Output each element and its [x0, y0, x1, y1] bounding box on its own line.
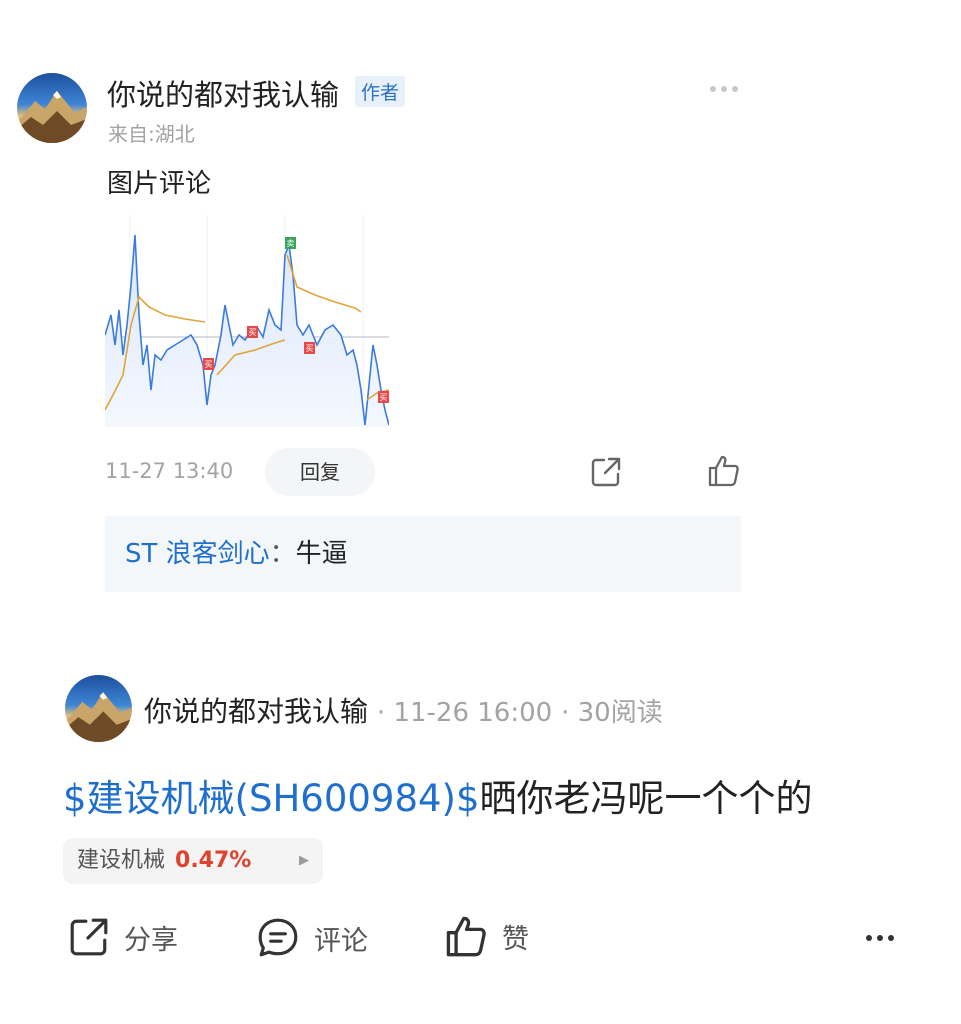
- comment-button[interactable]: 评论: [256, 916, 368, 960]
- avatar[interactable]: [65, 675, 132, 742]
- sell-marker: 卖: [285, 237, 296, 249]
- buy-marker: 买: [247, 326, 258, 338]
- reply-text: 图片评论: [107, 169, 212, 199]
- stock-link[interactable]: $建设机械(SH600984)$: [63, 777, 480, 820]
- intraday-chart: 卖 买 买 买 买: [104, 215, 390, 427]
- nested-comment-user[interactable]: ST 浪客剑心: [125, 539, 270, 569]
- location-label: 来自:湖北: [108, 122, 195, 146]
- svg-text:买: 买: [249, 328, 257, 337]
- buy-marker: 买: [304, 342, 315, 354]
- share-icon: [70, 918, 108, 956]
- like-label: 赞: [502, 923, 529, 955]
- svg-text:卖: 卖: [287, 239, 295, 248]
- post-timestamp: · 11-26 16:00: [376, 698, 553, 728]
- nested-comment-separator: ：: [269, 539, 296, 569]
- nested-comment-text: 牛逼: [295, 539, 348, 569]
- more-options-icon[interactable]: [866, 935, 894, 941]
- share-label: 分享: [124, 924, 178, 956]
- stock-chip[interactable]: 建设机械 0.47% ▶: [63, 838, 323, 884]
- avatar[interactable]: [17, 73, 87, 143]
- like-icon: [446, 916, 486, 957]
- reply-author-name[interactable]: 你说的都对我认输: [107, 72, 339, 114]
- stock-chip-change: 0.47%: [175, 848, 252, 873]
- svg-text:买: 买: [380, 393, 388, 402]
- stock-chip-name: 建设机械: [77, 848, 166, 873]
- chart-image[interactable]: 卖 买 买 买 买: [104, 215, 390, 427]
- nested-comment[interactable]: ST 浪客剑心：牛逼: [105, 516, 741, 592]
- like-icon[interactable]: [707, 454, 741, 488]
- svg-text:买: 买: [205, 360, 213, 369]
- mountain-avatar-image: [17, 91, 87, 143]
- mountain-avatar-image: [65, 692, 132, 742]
- author-badge: 作者: [355, 76, 406, 107]
- comment-icon: [258, 918, 298, 957]
- like-button[interactable]: 赞: [444, 914, 529, 958]
- average-line: [286, 254, 362, 313]
- more-options-icon[interactable]: [710, 86, 738, 92]
- buy-marker: 买: [203, 358, 214, 370]
- chevron-right-icon: ▶: [299, 853, 309, 868]
- buy-marker: 买: [378, 391, 389, 403]
- comment-label: 评论: [314, 925, 368, 957]
- share-icon[interactable]: [590, 456, 622, 488]
- post-read-count: · 30阅读: [561, 698, 663, 728]
- post-body-text: 晒你老冯呢一个个的: [479, 777, 813, 820]
- svg-text:买: 买: [306, 344, 314, 353]
- share-button[interactable]: 分享: [68, 916, 178, 958]
- post-meta: 你说的都对我认输 · 11-26 16:00 · 30阅读: [144, 690, 663, 730]
- reply-timestamp: 11-27 13:40: [105, 459, 234, 483]
- post-author-name[interactable]: 你说的都对我认输: [144, 695, 368, 728]
- post-text: $建设机械(SH600984)$晒你老冯呢一个个的: [63, 768, 813, 822]
- reply-button[interactable]: 回复: [265, 448, 375, 496]
